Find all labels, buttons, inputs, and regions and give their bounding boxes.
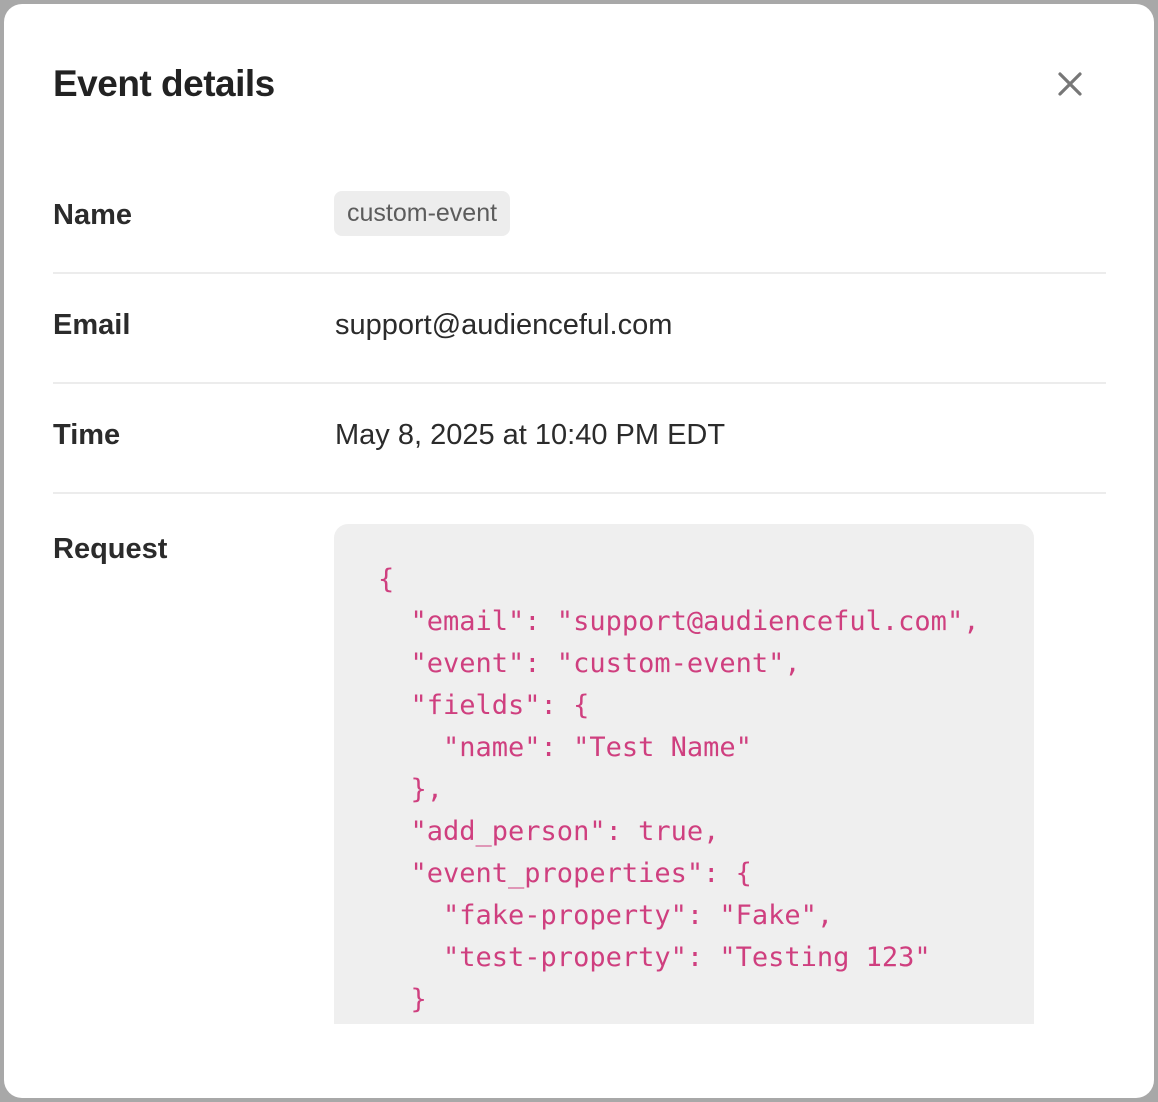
time-value: May 8, 2025 at 10:40 PM EDT	[335, 419, 726, 451]
request-json: { "email": "support@audienceful.com", "e…	[378, 564, 980, 1015]
modal-header: Event details	[53, 62, 1110, 110]
event-details-modal: Event details Name custom-event Email su…	[4, 4, 1154, 1098]
modal-title: Event details	[53, 63, 275, 104]
detail-row-name: Name custom-event	[53, 164, 1106, 274]
name-label: Name	[53, 199, 132, 231]
time-label: Time	[53, 419, 121, 451]
event-details-list: Name custom-event Email support@audience…	[53, 164, 1106, 1024]
event-name-badge: custom-event	[334, 191, 511, 236]
detail-row-time: Time May 8, 2025 at 10:40 PM EDT	[53, 384, 1106, 494]
detail-row-email: Email support@audienceful.com	[53, 274, 1106, 384]
email-label: Email	[53, 309, 131, 341]
close-icon	[1058, 72, 1082, 96]
request-code-block[interactable]: { "email": "support@audienceful.com", "e…	[334, 524, 1034, 1024]
close-button[interactable]	[1052, 66, 1088, 102]
email-value: support@audienceful.com	[335, 309, 673, 341]
request-label: Request	[53, 533, 168, 565]
